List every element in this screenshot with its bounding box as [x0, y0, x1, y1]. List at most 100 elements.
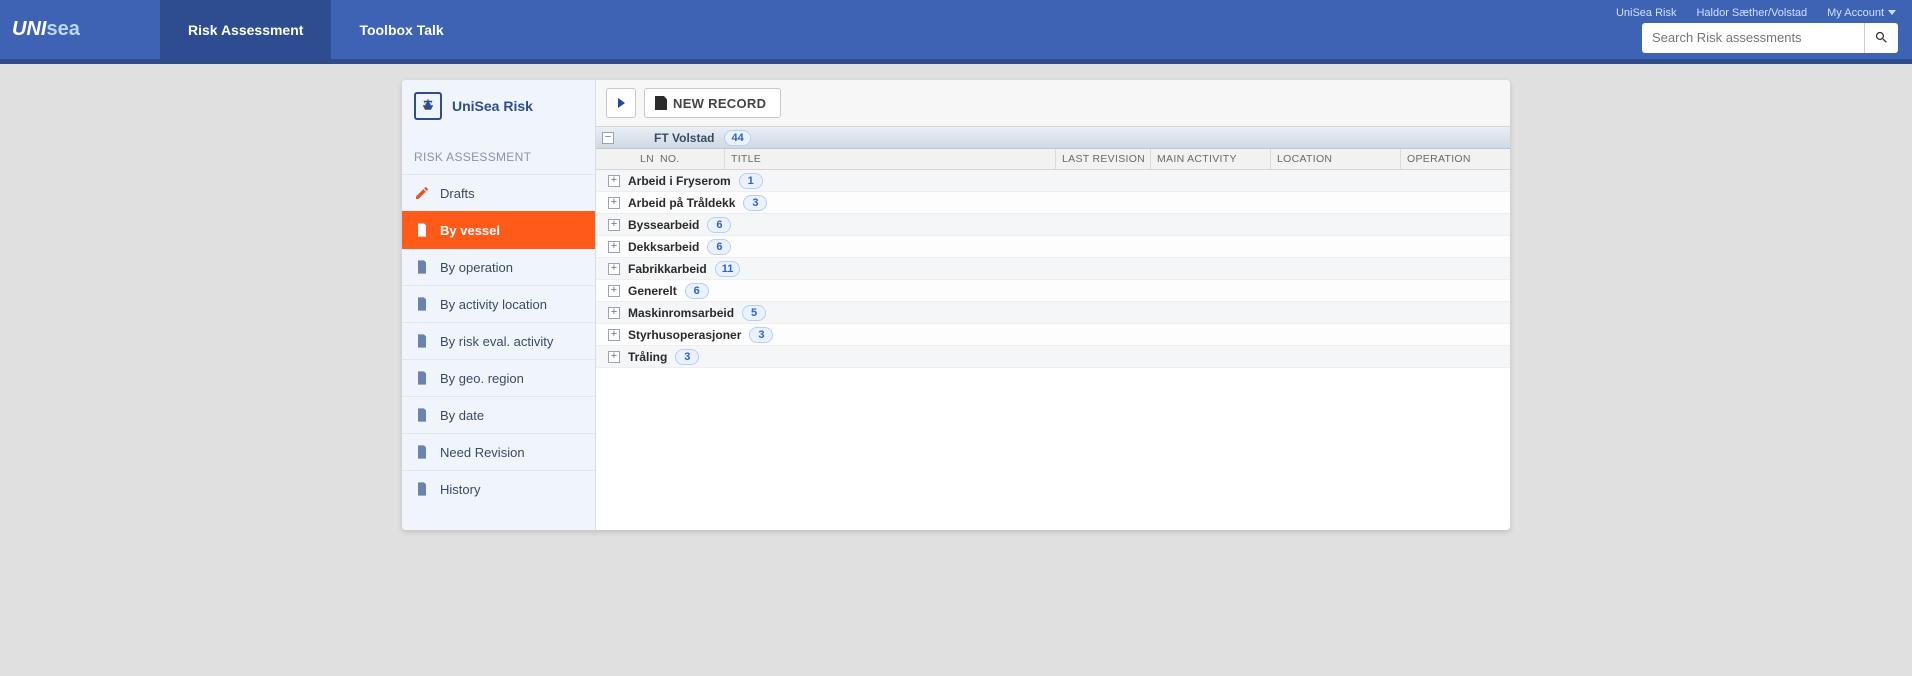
file-icon	[655, 96, 667, 110]
row-count-badge: 6	[707, 217, 731, 233]
row-count-badge: 3	[675, 349, 699, 365]
doc-icon	[414, 407, 430, 423]
row-title: Styrhusoperasjoner	[628, 328, 741, 342]
triangle-right-icon	[618, 98, 625, 108]
sidebar-item[interactable]: By date	[402, 396, 595, 433]
top-links: UniSea Risk Haldor Sæther/Volstad My Acc…	[1616, 7, 1898, 19]
sidebar-item-label: Drafts	[440, 186, 475, 201]
chevron-down-icon	[1888, 10, 1896, 15]
row-title: Tråling	[628, 350, 667, 364]
toolbar: NEW RECORD	[596, 80, 1510, 127]
sidebar-item[interactable]: History	[402, 470, 595, 507]
search-input[interactable]	[1642, 23, 1864, 53]
link-user[interactable]: Haldor Sæther/Volstad	[1696, 7, 1807, 19]
col-operation: OPERATION	[1400, 149, 1510, 169]
expand-row-button[interactable]	[608, 285, 620, 297]
sidebar-item[interactable]: By operation	[402, 248, 595, 285]
sidebar-item[interactable]: By geo. region	[402, 359, 595, 396]
group-count-badge: 44	[724, 130, 750, 146]
sidebar-item-label: Need Revision	[440, 445, 525, 460]
row-count-badge: 3	[749, 327, 773, 343]
link-app[interactable]: UniSea Risk	[1616, 7, 1677, 19]
table-row[interactable]: Styrhusoperasjoner 3	[596, 324, 1510, 346]
table-body: Arbeid i Fryserom1Arbeid på Tråldekk3Bys…	[596, 170, 1510, 368]
logo-text-b: sea	[46, 18, 79, 40]
nav-list: Drafts By vessel By operation By activity l…	[402, 174, 595, 507]
sidebar-item-label: By geo. region	[440, 371, 524, 386]
col-main-activity: MAIN ACTIVITY	[1150, 149, 1270, 169]
row-title: Maskinromsarbeid	[628, 306, 734, 320]
group-bar: FT Volstad 44	[596, 127, 1510, 149]
search-icon	[1874, 30, 1889, 45]
expand-row-button[interactable]	[608, 197, 620, 209]
module-title: UniSea Risk	[452, 98, 533, 114]
row-count-badge: 5	[742, 305, 766, 321]
expand-row-button[interactable]	[608, 263, 620, 275]
table-row[interactable]: Generelt6	[596, 280, 1510, 302]
sidebar-item[interactable]: By risk eval. activity	[402, 322, 595, 359]
expand-toggle-button[interactable]	[606, 88, 636, 118]
doc-icon	[414, 333, 430, 349]
row-count-badge: 1	[739, 173, 763, 189]
expand-row-button[interactable]	[608, 307, 620, 319]
sidebar-item[interactable]: Need Revision	[402, 433, 595, 470]
topbar: UNIsea Risk Assessment Toolbox Talk UniS…	[0, 0, 1912, 64]
doc-icon	[414, 222, 430, 238]
tab-risk-assessment[interactable]: Risk Assessment	[160, 0, 331, 59]
collapse-group-button[interactable]	[602, 132, 614, 144]
main-card: UniSea Risk RISK ASSESSMENT Drafts By ves…	[402, 80, 1510, 530]
row-title: Dekksarbeid	[628, 240, 699, 254]
table-row[interactable]: Tråling 3	[596, 346, 1510, 368]
table-header: LN NO. TITLE LAST REVISION MAIN ACTIVITY…	[596, 149, 1510, 170]
table-row[interactable]: Maskinromsarbeid 5	[596, 302, 1510, 324]
col-no: NO.	[654, 153, 724, 165]
expand-row-button[interactable]	[608, 351, 620, 363]
sidebar-item[interactable]: By activity location	[402, 285, 595, 322]
search-button[interactable]	[1864, 23, 1898, 53]
table-row[interactable]: Byssearbeid6	[596, 214, 1510, 236]
top-nav-tabs: Risk Assessment Toolbox Talk	[160, 0, 472, 59]
new-record-label: NEW RECORD	[673, 96, 766, 111]
col-location: LOCATION	[1270, 149, 1400, 169]
logo: UNIsea	[0, 0, 160, 59]
group-name: FT Volstad	[654, 131, 714, 145]
search	[1642, 23, 1898, 53]
sidebar-item[interactable]: By vessel	[402, 211, 595, 248]
expand-row-button[interactable]	[608, 241, 620, 253]
tab-label: Toolbox Talk	[359, 22, 443, 38]
balance-icon	[414, 92, 442, 120]
tab-toolbox-talk[interactable]: Toolbox Talk	[331, 0, 471, 59]
expand-row-button[interactable]	[608, 175, 620, 187]
link-account[interactable]: My Account	[1827, 7, 1896, 19]
col-ln: LN	[626, 153, 654, 165]
new-record-button[interactable]: NEW RECORD	[644, 88, 781, 118]
row-title: Arbeid i Fryserom	[628, 174, 731, 188]
row-count-badge: 6	[685, 283, 709, 299]
sidebar-item-label: By risk eval. activity	[440, 334, 553, 349]
row-title: Arbeid på Tråldekk	[628, 196, 735, 210]
sidebar-item[interactable]: Drafts	[402, 174, 595, 211]
doc-icon	[414, 259, 430, 275]
sidebar-item-label: By activity location	[440, 297, 547, 312]
tab-label: Risk Assessment	[188, 22, 303, 38]
row-title: Fabrikkarbeid	[628, 262, 707, 276]
sidebar-item-label: By operation	[440, 260, 513, 275]
module-header: UniSea Risk	[402, 80, 595, 134]
pencil-icon	[414, 185, 430, 201]
row-count-badge: 6	[707, 239, 731, 255]
table-row[interactable]: Fabrikkarbeid11	[596, 258, 1510, 280]
table-row[interactable]: Dekksarbeid 6	[596, 236, 1510, 258]
sidebar-section-label: RISK ASSESSMENT	[402, 134, 595, 174]
logo-text-a: UNI	[12, 18, 46, 40]
doc-icon	[414, 444, 430, 460]
table-row[interactable]: Arbeid på Tråldekk3	[596, 192, 1510, 214]
link-account-label: My Account	[1827, 7, 1884, 19]
doc-icon	[414, 370, 430, 386]
col-title: TITLE	[724, 149, 1055, 169]
sidebar-item-label: By date	[440, 408, 484, 423]
table-row[interactable]: Arbeid i Fryserom 1	[596, 170, 1510, 192]
expand-row-button[interactable]	[608, 329, 620, 341]
top-right: UniSea Risk Haldor Sæther/Volstad My Acc…	[1616, 0, 1898, 59]
sidebar: UniSea Risk RISK ASSESSMENT Drafts By ves…	[402, 80, 596, 530]
expand-row-button[interactable]	[608, 219, 620, 231]
